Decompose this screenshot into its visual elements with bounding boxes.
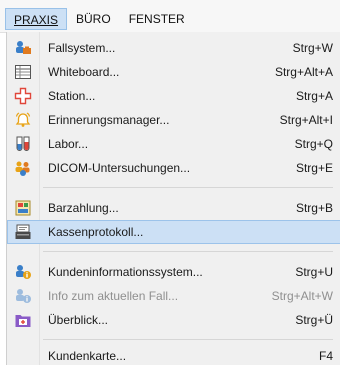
- menu-item-label: Kundenkarte...: [48, 349, 127, 363]
- menu-item-label: Überblick...: [48, 313, 109, 327]
- menu-item-ueberblick[interactable]: Überblick... Strg+Ü: [7, 308, 340, 332]
- medical-cross-icon: [14, 87, 32, 105]
- menu-item-shortcut: Strg+E: [295, 161, 333, 175]
- menu-item-label: Whiteboard...: [48, 65, 120, 79]
- menu-item-shortcut: Strg+B: [295, 201, 333, 215]
- dicom-people-icon: [14, 159, 32, 177]
- menu-item-label: Fallsystem...: [48, 41, 116, 55]
- alarm-bell-icon: [14, 111, 32, 129]
- menu-separator: [43, 339, 333, 340]
- overview-folder-icon: [14, 311, 32, 329]
- menu-item-shortcut: Strg+Alt+I: [279, 113, 333, 127]
- menu-item-label: Info zum aktuellen Fall...: [48, 289, 179, 303]
- menu-item-dicom-untersuchungen[interactable]: DICOM-Untersuchungen... Strg+E: [7, 156, 340, 180]
- customer-info-icon: [14, 263, 32, 281]
- whiteboard-icon: [14, 63, 32, 81]
- menu-item-shortcut: Strg+Alt+A: [274, 65, 333, 79]
- cash-payment-icon: [14, 199, 32, 217]
- menu-bar: PRAXIS BÜRO FENSTER: [0, 0, 340, 33]
- menu-item-info-zum-aktuellen-fall[interactable]: Info zum aktuellen Fall... Strg+Alt+W: [7, 284, 340, 308]
- menu-item-kundenkarte[interactable]: Kundenkarte... F4: [7, 344, 340, 368]
- menu-item-labor[interactable]: Labor... Strg+Q: [7, 132, 340, 156]
- menu-item-fallsystem[interactable]: Fallsystem... Strg+W: [7, 36, 340, 60]
- menu-item-label: Station...: [48, 89, 96, 103]
- menu-item-label: Kassenprotokoll...: [48, 225, 144, 239]
- menu-item-shortcut: F4: [318, 349, 333, 363]
- menu-item-shortcut: Strg+W: [292, 41, 333, 55]
- menu-item-label: Barzahlung...: [48, 201, 119, 215]
- menubar-fenster[interactable]: FENSTER: [120, 8, 194, 30]
- menu-item-label: Labor...: [48, 137, 89, 151]
- menu-separator: [43, 187, 333, 188]
- menubar-buero-label: BÜRO: [76, 12, 111, 26]
- menu-item-shortcut: Strg+Q: [294, 137, 333, 151]
- case-info-icon: [14, 287, 32, 305]
- menu-item-label: Erinnerungsmanager...: [48, 113, 170, 127]
- menu-item-label: DICOM-Untersuchungen...: [48, 161, 191, 175]
- menu-item-station[interactable]: Station... Strg+A: [7, 84, 340, 108]
- menu-item-shortcut: Strg+Alt+W: [271, 289, 333, 303]
- menubar-fenster-label: FENSTER: [128, 12, 185, 26]
- menu-item-whiteboard[interactable]: Whiteboard... Strg+Alt+A: [7, 60, 340, 84]
- menu-item-kundeninformationssystem[interactable]: Kundeninformationssystem... Strg+U: [7, 260, 340, 284]
- menu-item-label: Kundeninformationssystem...: [48, 265, 203, 279]
- menubar-praxis-label: PRAXIS: [14, 13, 59, 27]
- menu-item-shortcut: Strg+U: [295, 265, 333, 279]
- cash-register-icon: [14, 223, 32, 241]
- praxis-dropdown-menu: Fallsystem... Strg+W Whiteboard... Strg+…: [6, 32, 340, 365]
- menu-item-shortcut: Strg+A: [295, 89, 333, 103]
- people-case-icon: [14, 39, 32, 57]
- menu-item-kassenprotokoll[interactable]: Kassenprotokoll...: [7, 220, 340, 244]
- test-tube-icon: [14, 135, 32, 153]
- menu-item-shortcut: Strg+Ü: [295, 313, 333, 327]
- menu-item-erinnerungsmanager[interactable]: Erinnerungsmanager... Strg+Alt+I: [7, 108, 340, 132]
- menu-separator: [43, 251, 333, 252]
- menu-item-barzahlung[interactable]: Barzahlung... Strg+B: [7, 196, 340, 220]
- menubar-buero[interactable]: BÜRO: [67, 8, 120, 30]
- menubar-praxis[interactable]: PRAXIS: [5, 8, 68, 30]
